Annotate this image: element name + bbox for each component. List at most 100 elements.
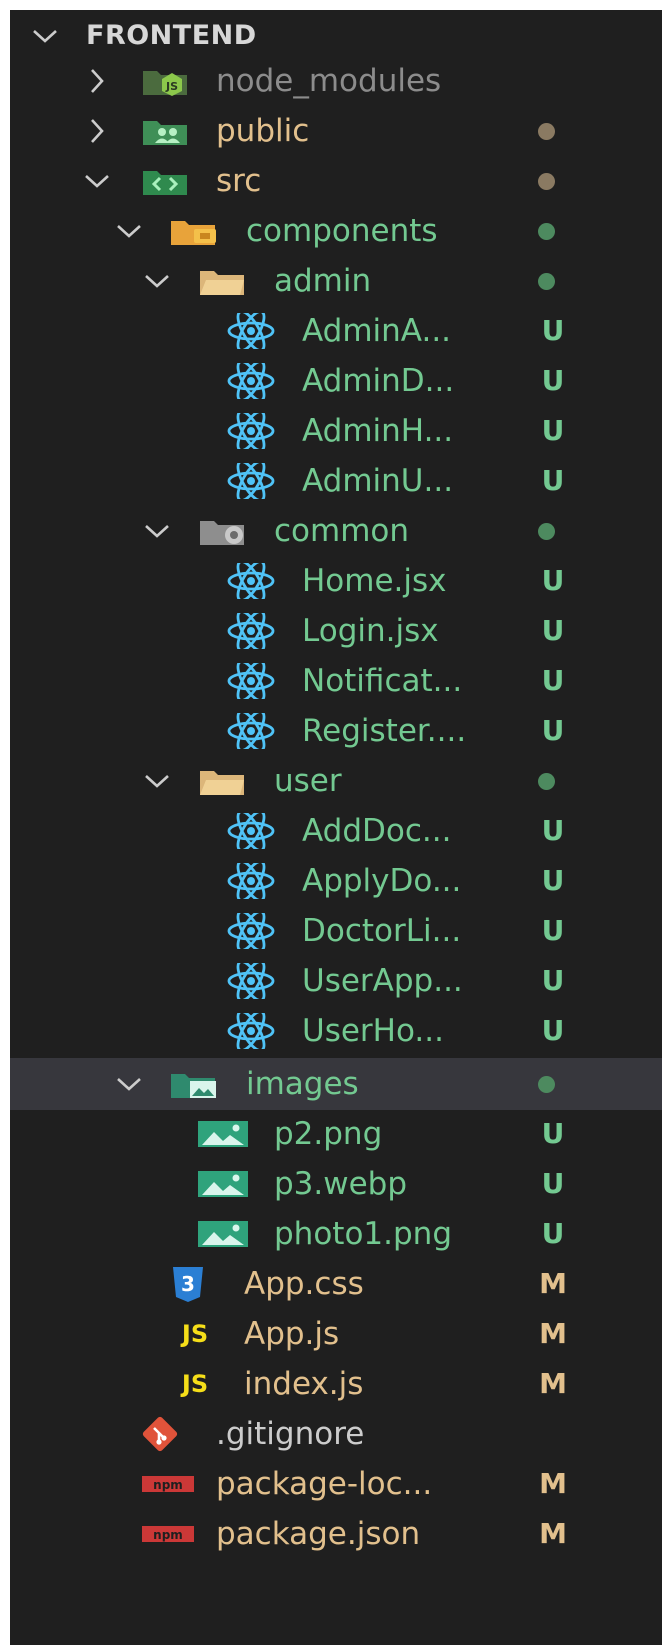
- untracked-badge: U: [541, 1167, 565, 1200]
- tree-item-label: photo1.png: [274, 1216, 452, 1252]
- svg-text:npm: npm: [153, 1528, 183, 1542]
- react-icon: [226, 663, 276, 699]
- tree-item-file[interactable]: npm package.json M: [10, 1508, 662, 1560]
- tree-item-file[interactable]: DoctorLi... U: [10, 905, 662, 957]
- react-icon: [226, 363, 276, 399]
- tree-item-label: Notificat...: [302, 663, 463, 699]
- image-file-icon: [196, 1119, 250, 1149]
- tree-item-file[interactable]: Register.... U: [10, 705, 662, 757]
- modified-badge: M: [539, 1467, 567, 1500]
- tree-item-file[interactable]: AdminD... U: [10, 355, 662, 407]
- tree-item-file[interactable]: JS index.js M: [10, 1358, 662, 1410]
- react-icon: [226, 713, 276, 749]
- tree-item-file[interactable]: npm package-loc... M: [10, 1458, 662, 1510]
- tree-item-file[interactable]: AddDoc... U: [10, 805, 662, 857]
- tree-item-label: UserApp...: [302, 963, 463, 999]
- tree-item-label: AdminA...: [302, 313, 452, 349]
- tree-item-src[interactable]: src: [10, 155, 662, 207]
- tree-item-node-modules[interactable]: JS node_modules: [10, 55, 662, 107]
- image-file-icon: [196, 1169, 250, 1199]
- tree-item-label: p2.png: [274, 1116, 383, 1152]
- untracked-badge: U: [541, 1217, 565, 1250]
- tree-item-file[interactable]: p2.png U: [10, 1108, 662, 1160]
- tree-item-file[interactable]: AdminA... U: [10, 305, 662, 357]
- tree-item-file[interactable]: Login.jsx U: [10, 605, 662, 657]
- tree-item-file[interactable]: photo1.png U: [10, 1208, 662, 1260]
- untracked-badge: U: [541, 964, 565, 997]
- untracked-badge: U: [541, 1117, 565, 1150]
- tree-item-label: src: [216, 163, 262, 199]
- tree-item-images[interactable]: images: [10, 1058, 662, 1110]
- tree-item-label: components: [246, 213, 438, 249]
- tree-item-label: .gitignore: [216, 1416, 365, 1452]
- untracked-dot-icon: [538, 773, 555, 790]
- tree-item-admin[interactable]: admin: [10, 255, 662, 307]
- svg-text:npm: npm: [153, 1478, 183, 1492]
- untracked-badge: U: [541, 1014, 565, 1047]
- react-icon: [226, 813, 276, 849]
- chevron-down-icon: [142, 266, 172, 296]
- tree-item-file[interactable]: ApplyDo... U: [10, 855, 662, 907]
- node-folder-icon: JS: [142, 66, 188, 96]
- tree-item-file[interactable]: JS App.js M: [10, 1308, 662, 1360]
- untracked-badge: U: [541, 714, 565, 747]
- untracked-badge: U: [541, 614, 565, 647]
- js-file-icon: JS: [181, 1370, 209, 1398]
- tree-item-file[interactable]: .gitignore: [10, 1408, 662, 1460]
- tree-item-file[interactable]: UserApp... U: [10, 955, 662, 1007]
- chevron-down-icon: [142, 516, 172, 546]
- common-folder-icon: [198, 516, 250, 546]
- tree-item-label: p3.webp: [274, 1166, 408, 1202]
- untracked-dot-icon: [538, 523, 555, 540]
- tree-item-components[interactable]: components: [10, 205, 662, 257]
- tree-item-label: ApplyDo...: [302, 863, 462, 899]
- tree-item-file[interactable]: 3 App.css M: [10, 1258, 662, 1310]
- tree-item-label: admin: [274, 263, 372, 299]
- public-folder-icon: [142, 116, 188, 146]
- tree-item-label: App.js: [244, 1316, 340, 1352]
- untracked-dot-icon: [538, 1076, 555, 1093]
- chevron-down-icon: [114, 216, 144, 246]
- tree-item-label: node_modules: [216, 63, 442, 99]
- react-icon: [226, 413, 276, 449]
- chevron-down-icon: [142, 766, 172, 796]
- tree-item-file[interactable]: p3.webp U: [10, 1158, 662, 1210]
- explorer-panel: FRONTEND JS node_modules public src comp…: [10, 10, 662, 1645]
- chevron-right-icon: [82, 116, 112, 146]
- tree-item-common[interactable]: common: [10, 505, 662, 557]
- folder-open-icon: [198, 266, 246, 296]
- tree-item-label: AdminH...: [302, 413, 454, 449]
- react-icon: [226, 613, 276, 649]
- react-icon: [226, 963, 276, 999]
- tree-item-file[interactable]: Notificat... U: [10, 655, 662, 707]
- tree-item-public[interactable]: public: [10, 105, 662, 157]
- modified-badge: M: [539, 1367, 567, 1400]
- folder-open-icon: [198, 766, 246, 796]
- react-icon: [226, 863, 276, 899]
- tree-item-file[interactable]: AdminH... U: [10, 405, 662, 457]
- tree-item-label: App.css: [244, 1266, 364, 1302]
- tree-item-file[interactable]: AdminU... U: [10, 455, 662, 507]
- modified-badge: M: [539, 1267, 567, 1300]
- untracked-badge: U: [541, 664, 565, 697]
- tree-item-label: DoctorLi...: [302, 913, 462, 949]
- modified-dot-icon: [538, 123, 555, 140]
- untracked-badge: U: [541, 914, 565, 947]
- tree-item-user[interactable]: user: [10, 755, 662, 807]
- css-file-icon: 3: [170, 1265, 206, 1303]
- untracked-dot-icon: [538, 223, 555, 240]
- untracked-badge: U: [541, 464, 565, 497]
- js-file-icon: JS: [181, 1320, 209, 1348]
- svg-text:JS: JS: [165, 80, 178, 93]
- svg-text:3: 3: [181, 1272, 195, 1296]
- untracked-badge: U: [541, 564, 565, 597]
- tree-item-file[interactable]: Home.jsx U: [10, 555, 662, 607]
- tree-item-label: AddDoc...: [302, 813, 452, 849]
- tree-item-label: package.json: [216, 1516, 421, 1552]
- tree-item-label: common: [274, 513, 410, 549]
- components-folder-icon: [170, 216, 220, 246]
- tree-item-file[interactable]: UserHo... U: [10, 1005, 662, 1057]
- react-icon: [226, 313, 276, 349]
- untracked-badge: U: [541, 364, 565, 397]
- tree-item-label: package-loc...: [216, 1466, 433, 1502]
